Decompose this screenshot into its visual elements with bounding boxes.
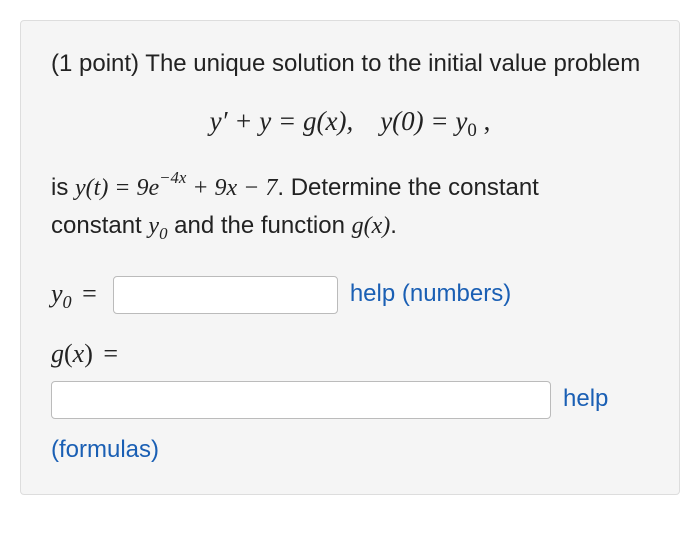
y0-answer-row: y0 = help (numbers) [51,275,649,316]
points-label: (1 point) [51,50,145,77]
desc-constant-text: constant [51,212,148,239]
gx-equals: = [97,339,118,368]
prompt-text: The unique solution to the initial value… [145,50,640,77]
equation-comma: , [477,106,491,136]
solution-description-line1: is y(t) = 9e−4x + 9x − 7. Determine the … [51,169,649,206]
desc-y0: y [148,213,159,239]
gx-input[interactable] [51,381,551,419]
desc-is: is [51,174,75,201]
equation-main: y′ + y = g(x), y(0) = y [210,106,468,136]
equation-subscript: 0 [467,120,476,141]
gx-input-row: help [51,381,649,419]
problem-card: (1 point) The unique solution to the ini… [20,20,680,495]
desc-yt: y(t) = 9e [75,175,159,201]
desc-polynomial: + 9x − 7 [186,175,277,201]
differential-equation: y′ + y = g(x), y(0) = y0 , [51,102,649,145]
desc-period: . [390,212,397,239]
y0-subscript: 0 [63,292,72,312]
problem-prompt: (1 point) The unique solution to the ini… [51,47,649,82]
gx-label: g(x) = [51,335,122,373]
help-link[interactable]: help [563,382,608,417]
desc-determine: . Determine the constant [277,174,538,201]
gx-answer-block: g(x) = help (formulas) [51,335,649,467]
gx-var: g(x) [51,339,93,368]
y0-input[interactable] [113,276,338,314]
solution-description-line2: constant y0 and the function g(x). [51,209,649,246]
y0-equals: = [76,279,97,308]
help-formulas-link[interactable]: (formulas) [51,433,159,468]
desc-y0-sub: 0 [159,224,167,243]
y0-label: y0 = [51,275,101,316]
y0-var: y [51,279,63,308]
desc-gx: g(x) [352,213,391,239]
desc-and-function: and the function [167,212,351,239]
help-numbers-link[interactable]: help (numbers) [350,277,511,312]
desc-exponent: −4x [159,168,186,187]
